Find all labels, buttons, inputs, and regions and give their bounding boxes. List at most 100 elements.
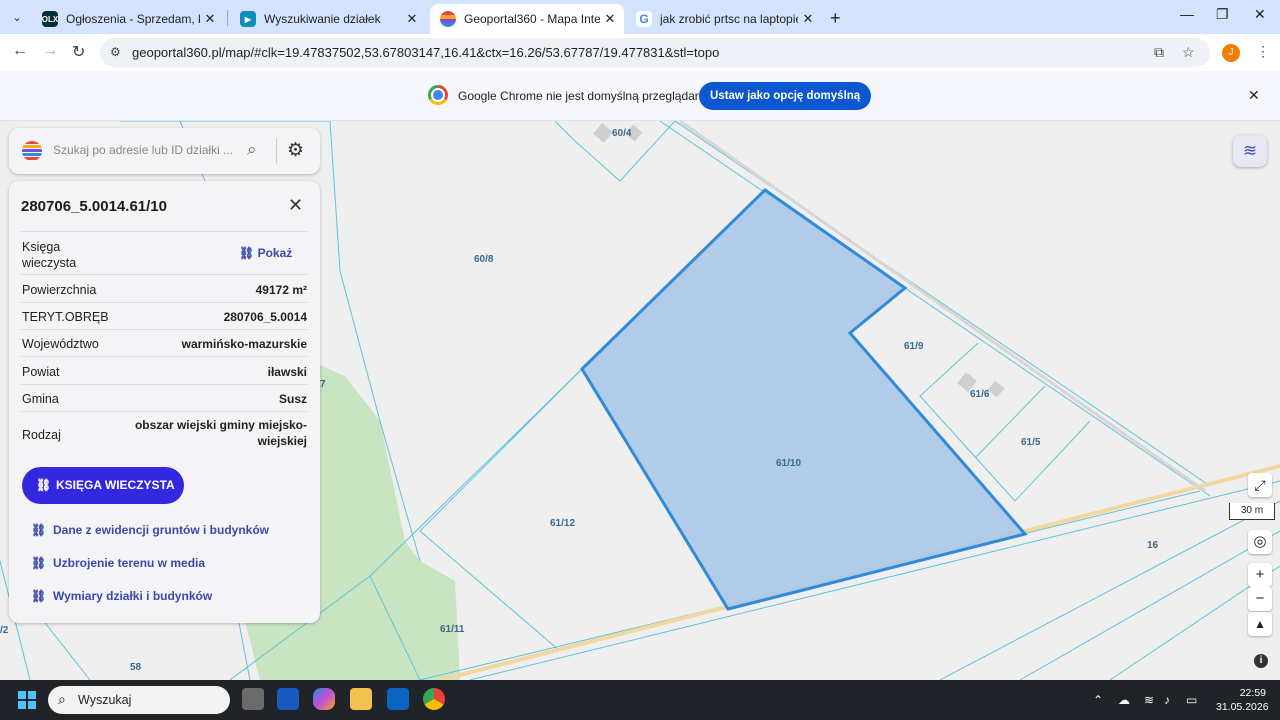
- profile-avatar[interactable]: J: [1222, 44, 1240, 62]
- fullscreen-icon[interactable]: ⤢: [1248, 473, 1272, 497]
- parcel-search-icon: ▶: [240, 11, 256, 27]
- tab-olx[interactable]: OLX Ogłoszenia - Sprzedam, kupię n ✕: [32, 4, 224, 34]
- new-tab-button[interactable]: +: [830, 8, 841, 29]
- word-icon[interactable]: [277, 688, 299, 710]
- parcel-label: 61/9: [904, 341, 924, 352]
- ksiega-wieczysta-button[interactable]: ⛓ KSIĘGA WIECZYSTA: [22, 467, 184, 504]
- reload-icon[interactable]: ↻: [72, 42, 85, 62]
- parcel-label: 60/4: [612, 128, 632, 139]
- search-icon[interactable]: ⌕: [247, 140, 257, 160]
- row-powiat: Powiat iławski: [21, 356, 307, 384]
- default-browser-infobar: Google Chrome nie jest domyślną przegląd…: [0, 71, 1280, 121]
- bookmark-star-icon[interactable]: ☆: [1182, 44, 1195, 61]
- file-explorer-icon[interactable]: [350, 688, 372, 710]
- geoportal-logo-icon: [22, 141, 42, 161]
- clock-time: 22:59: [1239, 687, 1266, 699]
- parcel-id-title: 280706_5.0014.61/10: [21, 198, 167, 215]
- chrome-taskbar-icon[interactable]: [423, 688, 445, 710]
- back-icon[interactable]: ←: [12, 42, 28, 60]
- link-label: Wymiary działki i budynków: [53, 589, 213, 603]
- set-default-button[interactable]: Ustaw jako opcję domyślną: [699, 82, 872, 110]
- chrome-menu-icon[interactable]: ⋮: [1256, 43, 1270, 60]
- close-window-icon[interactable]: ✕: [1254, 6, 1266, 23]
- row-value: iławski: [267, 365, 307, 379]
- row-rodzaj: Rodzaj obszar wiejski gminy miejsko-wiej…: [21, 411, 307, 456]
- cloud-icon[interactable]: ☁: [1118, 693, 1130, 707]
- tab-search-menu-button[interactable]: ⌄: [6, 6, 28, 28]
- close-tab-icon[interactable]: ✕: [600, 11, 620, 27]
- settings-gear-icon[interactable]: ⚙: [287, 139, 304, 162]
- minimize-icon[interactable]: —: [1180, 6, 1194, 22]
- link-label: Dane z ewidencji gruntów i budynków: [53, 523, 270, 537]
- link-icon: ⛓: [36, 478, 52, 492]
- tab-geoportal[interactable]: Geoportal360 - Mapa Interakty ✕: [430, 4, 624, 34]
- row-teryt: TERYT.OBRĘB 280706_5.0014: [21, 302, 307, 330]
- tab-wyszukiwanie[interactable]: ▶ Wyszukiwanie działek ✕: [230, 4, 426, 34]
- address-bar[interactable]: ⚙ geoportal360.pl/map/#clk=19.47837502,5…: [100, 38, 1210, 67]
- parcel-info-panel: 280706_5.0014.61/10 ✕ Księga wieczysta ⛓…: [9, 181, 320, 623]
- parcel-label: 61/10: [776, 458, 802, 469]
- system-clock[interactable]: 22:59 31.05.2026: [1216, 686, 1269, 714]
- close-tab-icon[interactable]: ✕: [402, 11, 422, 27]
- row-key: Rodzaj: [22, 428, 61, 442]
- parcel-label: 61/11: [440, 624, 465, 635]
- link-ewidencja[interactable]: ⛓ Dane z ewidencji gruntów i budynków: [31, 523, 269, 537]
- windows-taskbar: ⌕ Wyszukaj ⌃ ☁ ≋ ♪ ▭ 22:59 31.05.2026: [0, 680, 1280, 720]
- close-tab-icon[interactable]: ✕: [798, 11, 818, 27]
- link-icon: ⛓: [31, 589, 47, 603]
- browser-toolbar: ← → ↻ ⚙ geoportal360.pl/map/#clk=19.4783…: [0, 34, 1280, 71]
- infobar-message: Google Chrome nie jest domyślną przegląd…: [458, 89, 712, 103]
- copilot-icon[interactable]: [313, 688, 335, 710]
- forward-icon[interactable]: →: [42, 42, 58, 60]
- tab-google[interactable]: G jak zrobić prtsc na laptopie - Sz ✕: [626, 4, 822, 34]
- row-key: Księga wieczysta: [22, 240, 77, 270]
- link-wymiary[interactable]: ⛓ Wymiary działki i budynków: [31, 589, 212, 603]
- parcel-label: 61/12: [550, 518, 576, 529]
- google-icon: G: [636, 11, 652, 27]
- wifi-icon[interactable]: ≋: [1144, 693, 1154, 707]
- info-icon[interactable]: i: [1254, 654, 1268, 668]
- locate-me-icon[interactable]: ◎: [1248, 530, 1272, 554]
- show-kw-label: Pokaż: [257, 246, 293, 260]
- site-info-icon[interactable]: ⚙: [110, 45, 121, 59]
- taskbar-search[interactable]: ⌕ Wyszukaj: [48, 686, 230, 714]
- zoom-in-button[interactable]: +: [1248, 563, 1272, 587]
- search-input[interactable]: Szukaj po adresie lub ID działki ...: [53, 143, 233, 157]
- battery-icon[interactable]: ▭: [1186, 693, 1197, 707]
- zoom-out-button[interactable]: −: [1248, 587, 1272, 611]
- row-key: Województwo: [22, 337, 99, 351]
- link-uzbrojenie[interactable]: ⛓ Uzbrojenie terenu w media: [31, 556, 205, 570]
- compass-icon[interactable]: ▲: [1248, 612, 1272, 636]
- link-icon: ⛓: [31, 523, 47, 537]
- windows-start-icon[interactable]: [18, 691, 36, 709]
- row-value: 280706_5.0014: [223, 310, 307, 324]
- infobar-close-icon[interactable]: ✕: [1248, 87, 1260, 104]
- install-app-icon[interactable]: ⧉: [1154, 44, 1164, 61]
- maximize-icon[interactable]: ❐: [1216, 6, 1229, 23]
- link-icon: ⛓: [31, 556, 47, 570]
- parcel-label: 16: [1147, 540, 1159, 551]
- outlook-icon[interactable]: [387, 688, 409, 710]
- selected-parcel[interactable]: [580, 188, 1028, 611]
- parcel-label: 61/6: [970, 389, 990, 400]
- tab-bar: ⌄ OLX Ogłoszenia - Sprzedam, kupię n ✕ ▶…: [0, 0, 1280, 34]
- close-tab-icon[interactable]: ✕: [200, 11, 220, 27]
- close-panel-icon[interactable]: ✕: [288, 195, 303, 216]
- parcel-label: 60/8: [474, 254, 494, 265]
- show-hidden-icons-chevron-icon[interactable]: ⌃: [1093, 693, 1103, 707]
- volume-icon[interactable]: ♪: [1164, 693, 1170, 707]
- row-value: 49172 m²: [255, 283, 307, 297]
- tab-title: Wyszukiwanie działek: [264, 12, 381, 26]
- tab-separator: [227, 10, 228, 26]
- tab-title: jak zrobić prtsc na laptopie - Sz: [660, 12, 798, 26]
- divider: [276, 138, 277, 164]
- show-kw-link[interactable]: ⛓ Pokaż: [239, 246, 292, 260]
- layers-icon[interactable]: ≋: [1233, 135, 1267, 167]
- task-view-icon[interactable]: [242, 688, 264, 710]
- search-icon: ⌕: [58, 691, 66, 707]
- row-value: obszar wiejski gminy miejsko-wiejskiej: [134, 418, 307, 448]
- row-wojewodztwo: Województwo warmińsko-mazurskie: [21, 329, 307, 357]
- map-search-box: Szukaj po adresie lub ID działki ... ⌕ ⚙: [9, 128, 320, 174]
- tab-title: Ogłoszenia - Sprzedam, kupię n: [66, 12, 200, 26]
- url-text[interactable]: geoportal360.pl/map/#clk=19.47837502,53.…: [132, 45, 719, 60]
